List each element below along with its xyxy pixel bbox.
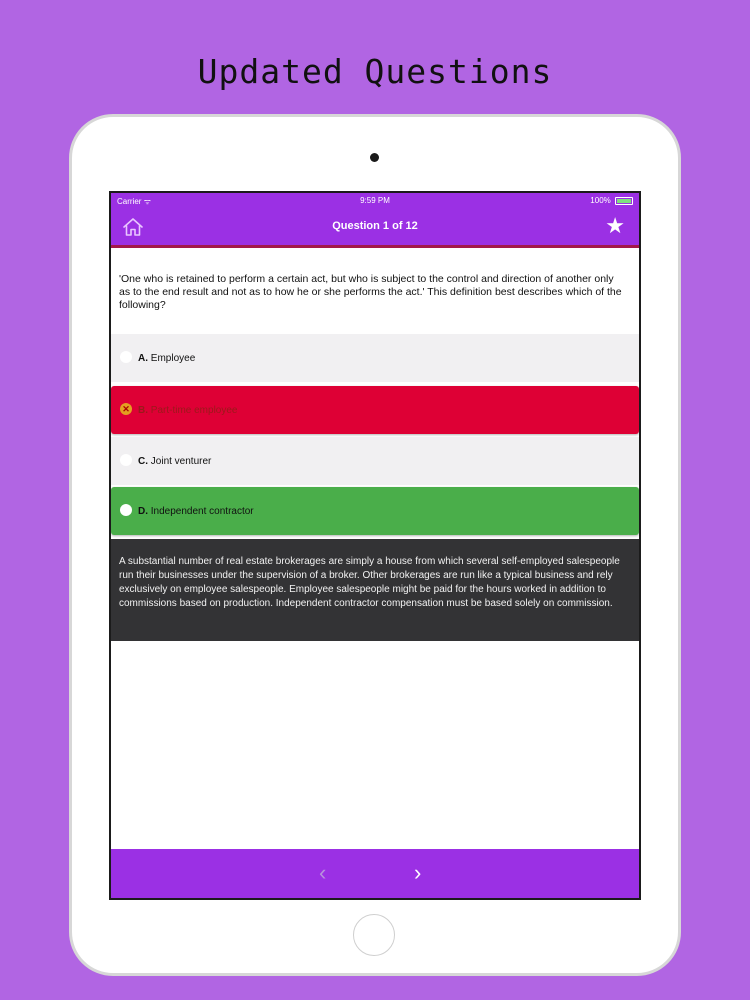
- answer-option-c[interactable]: C. Joint venturer: [111, 437, 639, 485]
- app-screen: Carrier ᯤ 9:59 PM 100% Question 1 of 12 …: [109, 191, 641, 900]
- answer-label: B. Part-time employee: [138, 405, 238, 416]
- battery-icon: [615, 196, 633, 205]
- question-counter: Question 1 of 12: [332, 220, 418, 232]
- answer-option-b[interactable]: ✕ B. Part-time employee: [111, 386, 639, 434]
- radio-button[interactable]: [120, 504, 132, 516]
- battery-percent: 100%: [590, 196, 611, 205]
- wrong-mark-icon: ✕: [120, 403, 132, 415]
- radio-button[interactable]: [120, 454, 132, 466]
- camera-dot: [370, 153, 379, 162]
- star-icon[interactable]: ★: [605, 214, 625, 238]
- answer-label: C. Joint venturer: [138, 456, 212, 467]
- status-battery: 100%: [590, 196, 633, 205]
- bottom-toolbar: ‹ ›: [111, 849, 639, 898]
- answer-label: D. Independent contractor: [138, 506, 254, 517]
- radio-button[interactable]: [120, 351, 132, 363]
- question-text: 'One who is retained to perform a certai…: [119, 273, 622, 311]
- chevron-left-icon[interactable]: ‹: [319, 861, 326, 885]
- explanation-panel: A substantial number of real estate brok…: [111, 539, 639, 641]
- device-home-button[interactable]: [353, 914, 395, 956]
- status-time: 9:59 PM: [360, 196, 390, 205]
- answer-option-a[interactable]: A. Employee: [111, 334, 639, 382]
- answer-option-d[interactable]: D. Independent contractor: [111, 487, 639, 535]
- status-bar: Carrier ᯤ 9:59 PM 100%: [111, 193, 639, 209]
- promo-banner-title: Updated Questions: [197, 52, 553, 91]
- nav-bar: Question 1 of 12 ★: [111, 209, 639, 248]
- chevron-right-icon[interactable]: ›: [414, 861, 421, 885]
- answer-label: A. Employee: [138, 353, 196, 364]
